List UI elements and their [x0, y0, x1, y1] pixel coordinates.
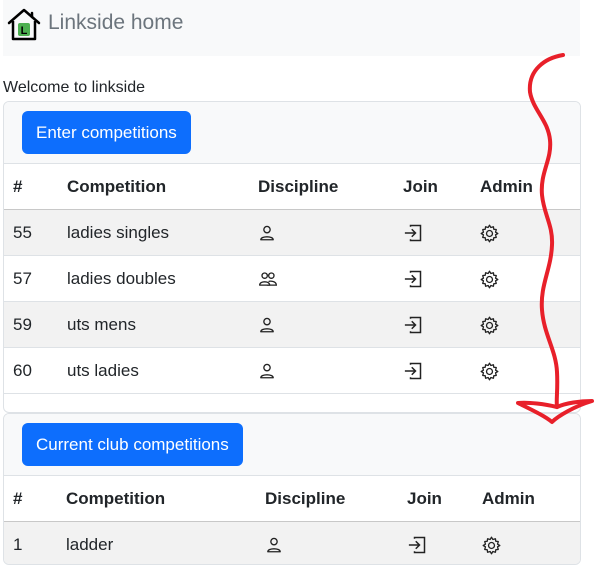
competition-name[interactable]: uts ladies: [58, 348, 249, 394]
competition-id: 1: [4, 522, 57, 565]
club-competitions-table: # Competition Discipline Join Admin 1 la…: [4, 476, 580, 565]
current-club-competitions-button[interactable]: Current club competitions: [22, 423, 243, 466]
column-header: #: [4, 476, 57, 522]
person-icon: [258, 224, 276, 242]
competition-id: 57: [4, 256, 58, 302]
gear-icon[interactable]: [480, 316, 499, 335]
svg-text:L: L: [21, 25, 28, 37]
column-header: Join: [394, 164, 471, 210]
competition-name[interactable]: uts mens: [58, 302, 249, 348]
enter-competitions-button[interactable]: Enter competitions: [22, 111, 191, 154]
table-row: 57 ladies doubles: [4, 256, 580, 302]
brand-title[interactable]: Linkside home: [48, 11, 183, 35]
person-icon: [265, 536, 283, 554]
gear-icon[interactable]: [482, 536, 501, 555]
join-icon[interactable]: [403, 361, 423, 381]
gear-icon[interactable]: [480, 362, 499, 381]
card-header: Current club competitions: [4, 414, 580, 476]
competition-name[interactable]: ladies singles: [58, 210, 249, 256]
card-header: Enter competitions: [4, 102, 580, 164]
join-icon[interactable]: [403, 269, 423, 289]
person-icon: [258, 362, 276, 380]
club-competitions-card: Current club competitions # Competition …: [3, 413, 581, 565]
column-header: Admin: [471, 164, 580, 210]
gear-icon[interactable]: [480, 224, 499, 243]
competition-name[interactable]: ladies doubles: [58, 256, 249, 302]
column-header: Competition: [58, 164, 249, 210]
column-header: Join: [398, 476, 473, 522]
gear-icon[interactable]: [480, 270, 499, 289]
column-header: #: [4, 164, 58, 210]
table-header-row: # Competition Discipline Join Admin: [4, 164, 580, 210]
join-icon[interactable]: [403, 223, 423, 243]
column-header: Discipline: [249, 164, 394, 210]
navbar: L Linkside home: [3, 0, 580, 56]
join-icon[interactable]: [403, 315, 423, 335]
welcome-text: Welcome to linkside: [3, 78, 145, 98]
competition-name[interactable]: ladder: [57, 522, 256, 565]
column-header: Discipline: [256, 476, 398, 522]
table-row: 60 uts ladies: [4, 348, 580, 394]
person-icon: [258, 316, 276, 334]
join-icon[interactable]: [407, 535, 427, 555]
table-row: 55 ladies singles: [4, 210, 580, 256]
people-icon: [258, 270, 278, 288]
column-header: Admin: [473, 476, 580, 522]
table-row: 59 uts mens: [4, 302, 580, 348]
table-header-row: # Competition Discipline Join Admin: [4, 476, 580, 522]
table-row: 1 ladder: [4, 522, 580, 565]
column-header: Competition: [57, 476, 256, 522]
competition-id: 60: [4, 348, 58, 394]
enter-competitions-card: Enter competitions # Competition Discipl…: [3, 101, 581, 413]
home-logo-icon[interactable]: L: [6, 6, 42, 42]
competition-id: 55: [4, 210, 58, 256]
competitions-table: # Competition Discipline Join Admin 55 l…: [4, 164, 580, 394]
competition-id: 59: [4, 302, 58, 348]
